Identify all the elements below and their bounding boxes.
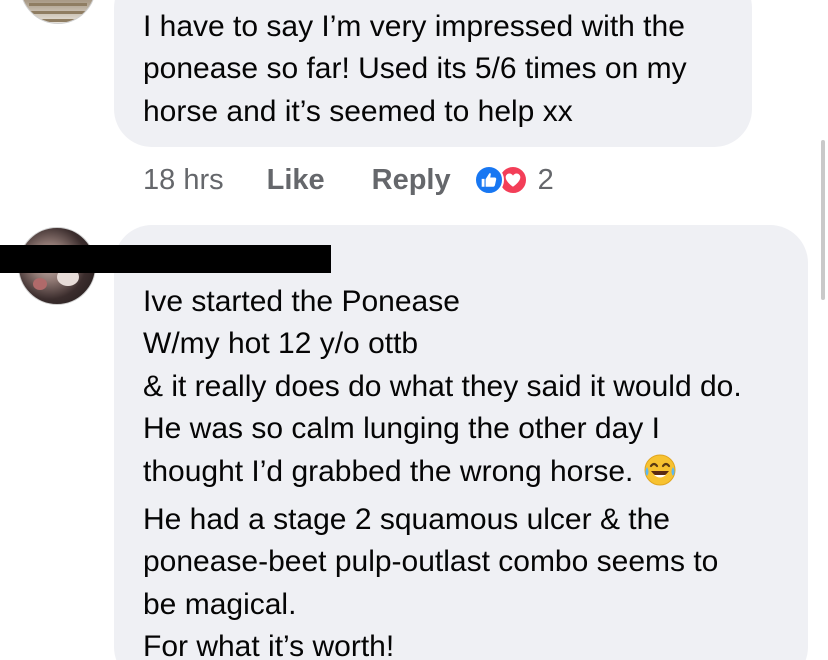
like-reaction-icon	[473, 165, 504, 195]
comment-text-line: be magical.	[143, 587, 297, 621]
comment-text: thought I’d grabbed the wrong horse.	[143, 454, 634, 488]
commenter-avatar[interactable]	[20, 0, 96, 24]
comment-text-line: He had a stage 2 squamous ulcer & the	[143, 503, 670, 537]
comment-timestamp[interactable]: 18 hrs	[143, 164, 224, 197]
comment-text-line: ponease-beet pulp-outlast combo seems to	[143, 545, 719, 579]
comment-bubble: I have to say I’m very impressed with th…	[114, 0, 752, 147]
comment-thread: I have to say I’m very impressed with th…	[0, 0, 828, 660]
comment-text-line: For what it’s worth!	[143, 630, 395, 660]
scrollbar[interactable]	[821, 140, 825, 300]
like-button[interactable]: Like	[267, 164, 325, 197]
comment-text-line-with-emoji: thought I’d grabbed the wrong horse.	[143, 451, 808, 499]
comment-text-line: Ive started the Ponease	[143, 285, 460, 318]
comment-text-line: horse and it’s seemed to help xx	[143, 94, 573, 128]
face-with-tears-of-joy-icon	[643, 453, 677, 499]
reaction-count: 2	[537, 163, 554, 196]
comment-text-line: & it really does do what they said it wo…	[143, 369, 742, 403]
reaction-summary[interactable]: 2	[473, 163, 554, 197]
comment-text-line: W/my hot 12 y/o ottb	[143, 327, 419, 361]
comment-text-line: He was so calm lunging the other day I	[143, 412, 660, 446]
comment-actions: 18 hrs Like Reply 2	[143, 162, 554, 198]
comment-bubble: Ive started the Ponease W/my hot 12 y/o …	[114, 225, 808, 660]
comment-text-line: ponease so far! Used its 5/6 times on my	[143, 52, 687, 86]
redaction-bar	[0, 245, 331, 273]
comment-text-line: I have to say I’m very impressed with th…	[143, 10, 685, 43]
reply-button[interactable]: Reply	[372, 164, 451, 197]
